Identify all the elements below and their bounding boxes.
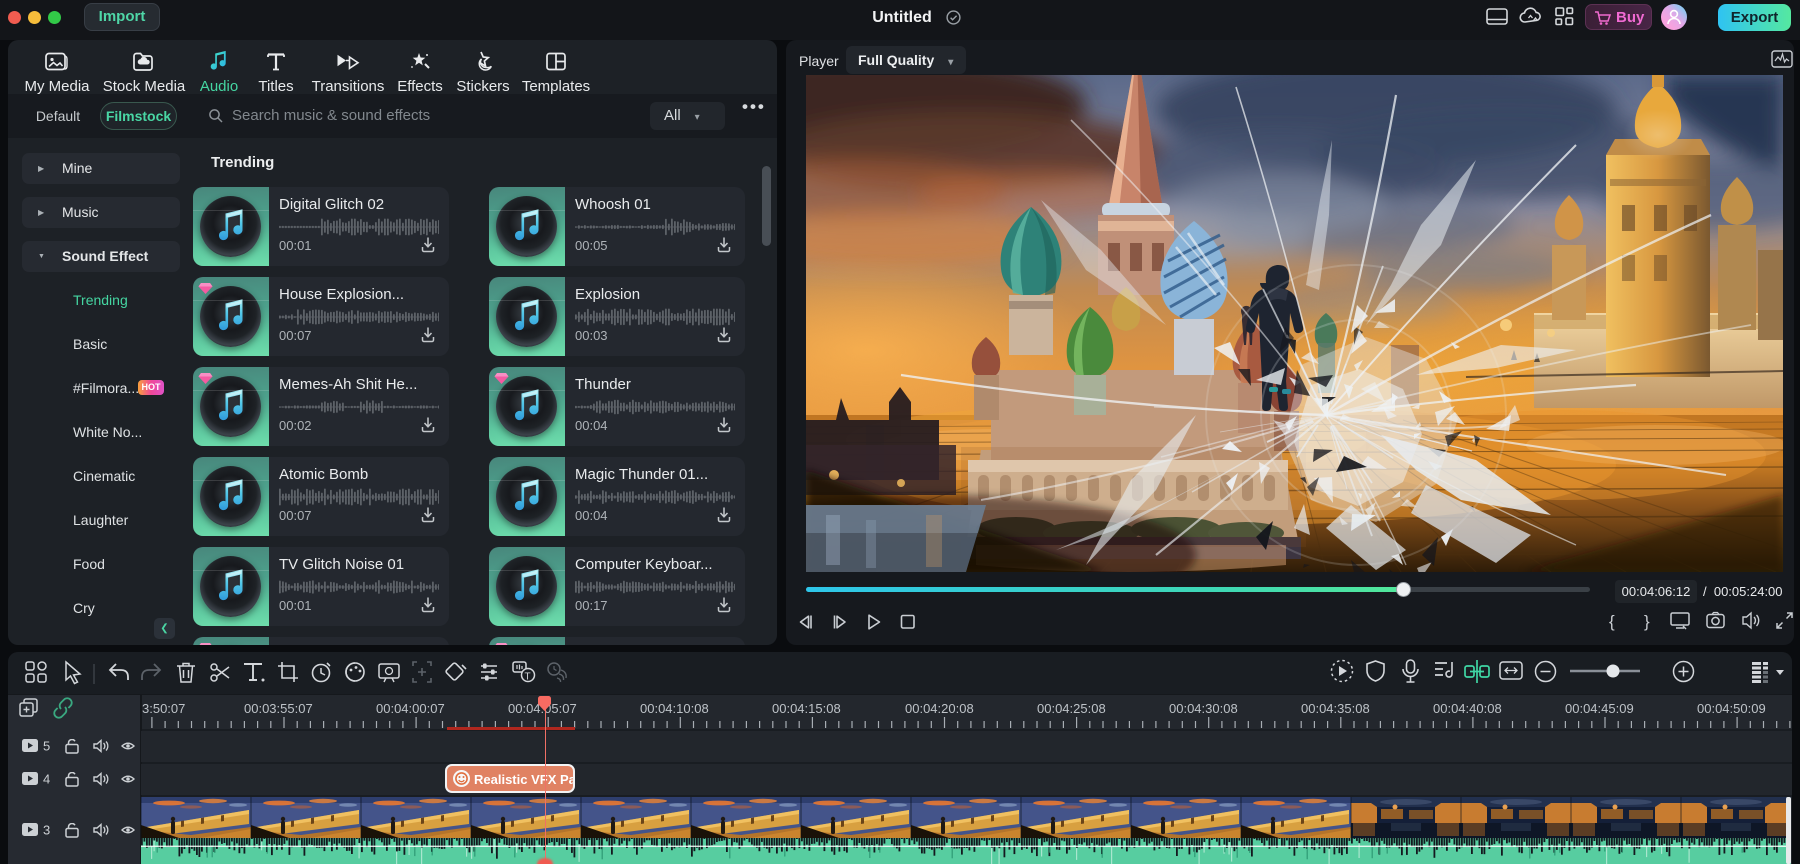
svg-text:}: } (1644, 612, 1650, 631)
svg-text:4: 4 (43, 772, 50, 787)
svg-text:3: 3 (43, 823, 50, 838)
svg-text:{: { (1609, 612, 1615, 631)
svg-text:5: 5 (43, 739, 50, 754)
svg-text:T: T (525, 672, 531, 683)
